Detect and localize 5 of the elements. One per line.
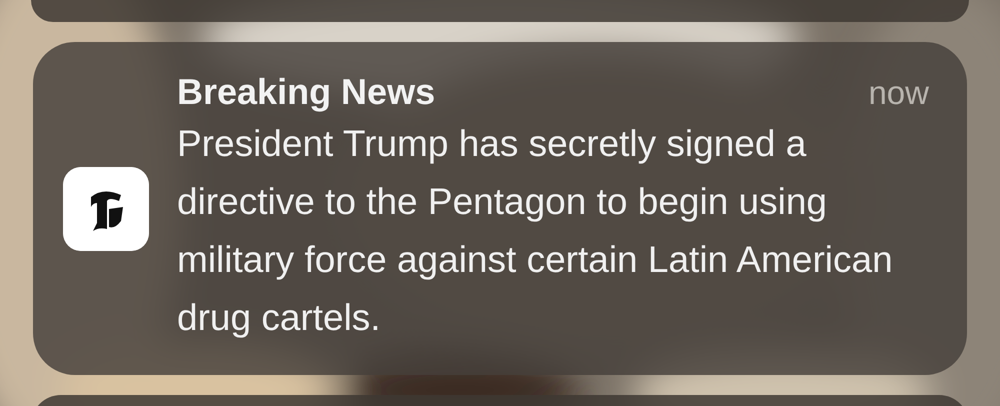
- notification-card[interactable]: Breaking News now President Trump has secretly signed a directive to the Pentagon to begin using military force against certain Latin American drug cartels.: [33, 42, 967, 375]
- notification-body: President Trump has secretly signed a directive to the Pentagon to begin using military force against certain Latin American drug cartels.: [177, 122, 894, 340]
- timestamp: now: [868, 74, 929, 112]
- app-icon: [63, 166, 149, 250]
- notification-title: Breaking News: [177, 70, 436, 112]
